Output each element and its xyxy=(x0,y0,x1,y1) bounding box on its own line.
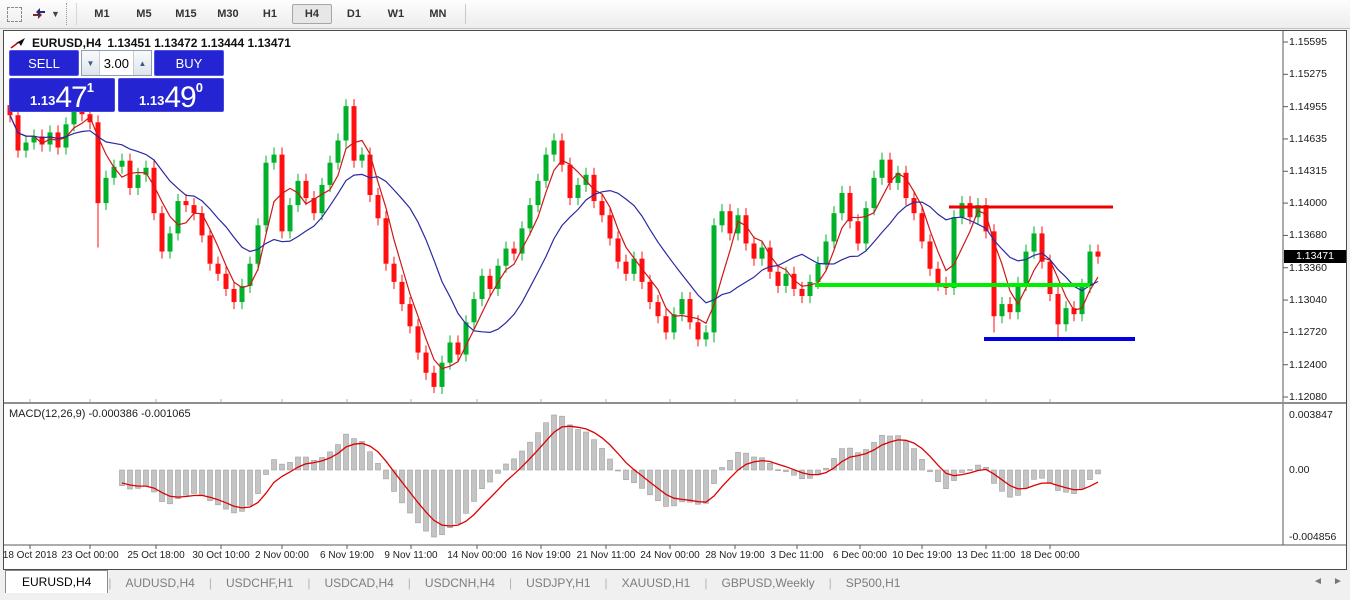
time-axis-label: 13 Dec 11:00 xyxy=(957,550,1016,561)
timeframe-button-h1[interactable]: H1 xyxy=(250,4,290,24)
selection-tool-icon[interactable] xyxy=(3,4,25,24)
tab-audusd-h4[interactable]: AUDUSD,H4 xyxy=(111,573,208,593)
order-dropdown-caret-icon[interactable]: ▼ xyxy=(51,9,60,19)
time-axis-label: 6 Nov 19:00 xyxy=(320,550,374,561)
macd-name: MACD(12,26,9) xyxy=(9,408,85,420)
time-axis-label: 9 Nov 11:00 xyxy=(384,550,437,561)
time-axis-label: 28 Nov 19:00 xyxy=(705,550,765,561)
time-axis-label: 10 Dec 19:00 xyxy=(892,550,952,561)
current-price-tag: 1.13471 xyxy=(1284,250,1346,263)
timeframe-button-mn[interactable]: MN xyxy=(418,4,458,24)
macd-axis-label: 0.003847 xyxy=(1289,409,1333,421)
price-axis-label: 1.14955 xyxy=(1289,101,1327,113)
price-axis-label: 1.12400 xyxy=(1289,359,1327,371)
timeframe-button-m30[interactable]: M30 xyxy=(208,4,248,24)
sell-quote[interactable]: 1.13 47 1 xyxy=(9,78,115,112)
sell-button[interactable]: SELL xyxy=(9,50,79,76)
toolbar-separator xyxy=(465,4,466,24)
macd-axis-label: 0.00 xyxy=(1289,464,1309,476)
chart-ohlc-values: 1.13451 1.13472 1.13444 1.13471 xyxy=(107,36,291,50)
chart-symbol-label: EURUSD,H4 xyxy=(32,36,101,50)
price-axis-label: 1.13360 xyxy=(1289,262,1327,274)
price-axis-label: 1.12080 xyxy=(1289,391,1327,403)
order-arrows-icon[interactable] xyxy=(28,4,50,24)
price-axis-label: 1.13680 xyxy=(1289,229,1327,241)
time-axis-label: 3 Dec 11:00 xyxy=(770,550,823,561)
volume-decrease-icon[interactable]: ▼ xyxy=(82,51,100,75)
buy-button[interactable]: BUY xyxy=(154,50,224,76)
tab-gbpusd-weekly[interactable]: GBPUSD,Weekly xyxy=(707,573,828,593)
timeframe-button-w1[interactable]: W1 xyxy=(376,4,416,24)
toolbar-grip xyxy=(66,3,77,25)
one-click-trade-panel: SELL ▼ 3.00 ▲ BUY 1.13 47 1 1.13 49 0 xyxy=(9,50,224,112)
tab-xauusd-h1[interactable]: XAUUSD,H1 xyxy=(608,573,705,593)
tabs-scroll-right-icon[interactable]: ► xyxy=(1333,576,1343,587)
volume-stepper: ▼ 3.00 ▲ xyxy=(81,50,152,76)
time-axis-label: 18 Oct 2018 xyxy=(3,550,57,561)
macd-axis-label: -0.004856 xyxy=(1289,531,1336,543)
macd-signal-value: -0.001065 xyxy=(141,408,191,420)
chart-cursor-icon xyxy=(10,37,26,49)
tab-usdcnh-h4[interactable]: USDCNH,H4 xyxy=(411,573,509,593)
buy-quote[interactable]: 1.13 49 0 xyxy=(118,78,224,112)
tab-eurusd-h4[interactable]: EURUSD,H4 xyxy=(5,570,108,593)
price-axis-label: 1.14635 xyxy=(1289,133,1327,145)
buy-price-prefix: 1.13 xyxy=(139,94,164,107)
tab-usdchf-h1[interactable]: USDCHF,H1 xyxy=(212,573,307,593)
sell-price-big: 47 xyxy=(55,85,86,111)
time-axis-label: 18 Dec 00:00 xyxy=(1020,550,1080,561)
timeframe-button-m15[interactable]: M15 xyxy=(166,4,206,24)
volume-increase-icon[interactable]: ▲ xyxy=(133,51,151,75)
sell-price-pipette: 1 xyxy=(87,81,94,94)
timeframe-button-m5[interactable]: M5 xyxy=(124,4,164,24)
price-axis-label: 1.13040 xyxy=(1289,294,1327,306)
price-axis-label: 1.15595 xyxy=(1289,36,1327,48)
tab-usdcad-h4[interactable]: USDCAD,H4 xyxy=(310,573,407,593)
tab-usdjpy-h1[interactable]: USDJPY,H1 xyxy=(512,573,604,593)
timeframe-button-m1[interactable]: M1 xyxy=(82,4,122,24)
timeframe-button-h4[interactable]: H4 xyxy=(292,4,332,24)
timeframe-button-d1[interactable]: D1 xyxy=(334,4,374,24)
timeframe-toolbar: ▼ M1M5M15M30H1H4D1W1MN xyxy=(0,0,1350,29)
mt4-terminal: ▼ M1M5M15M30H1H4D1W1MN EURUSD,H4 1.13451… xyxy=(0,0,1350,600)
buy-price-pipette: 0 xyxy=(196,81,203,94)
time-axis-label: 30 Oct 10:00 xyxy=(192,550,249,561)
price-axis-label: 1.15275 xyxy=(1289,68,1327,80)
macd-indicator-label: MACD(12,26,9) -0.000386 -0.001065 xyxy=(9,408,191,420)
time-axis-label: 23 Oct 00:00 xyxy=(61,550,118,561)
volume-input[interactable]: 3.00 xyxy=(100,51,133,75)
price-axis-label: 1.14315 xyxy=(1289,165,1327,177)
time-axis-label: 21 Nov 11:00 xyxy=(577,550,636,561)
time-axis-label: 16 Nov 19:00 xyxy=(511,550,571,561)
time-axis-label: 14 Nov 00:00 xyxy=(447,550,507,561)
time-axis-label: 6 Dec 00:00 xyxy=(833,550,887,561)
buy-price-big: 49 xyxy=(164,85,195,111)
tabs-scroll-left-icon[interactable]: ◄ xyxy=(1313,576,1323,587)
time-axis-label: 24 Nov 00:00 xyxy=(640,550,700,561)
sell-price-prefix: 1.13 xyxy=(30,94,55,107)
symbol-tab-bar: EURUSD,H4|AUDUSD,H4|USDCHF,H1|USDCAD,H4|… xyxy=(0,571,1350,593)
tab-sp500-h1[interactable]: SP500,H1 xyxy=(832,573,915,593)
chart-title: EURUSD,H4 1.13451 1.13472 1.13444 1.1347… xyxy=(10,36,291,50)
price-axis-label: 1.14000 xyxy=(1289,197,1327,209)
price-axis-label: 1.12720 xyxy=(1289,326,1327,338)
candles xyxy=(8,98,1101,394)
time-axis-label: 2 Nov 00:00 xyxy=(255,550,309,561)
macd-value: -0.000386 xyxy=(88,408,138,420)
time-axis-label: 25 Oct 18:00 xyxy=(127,550,184,561)
